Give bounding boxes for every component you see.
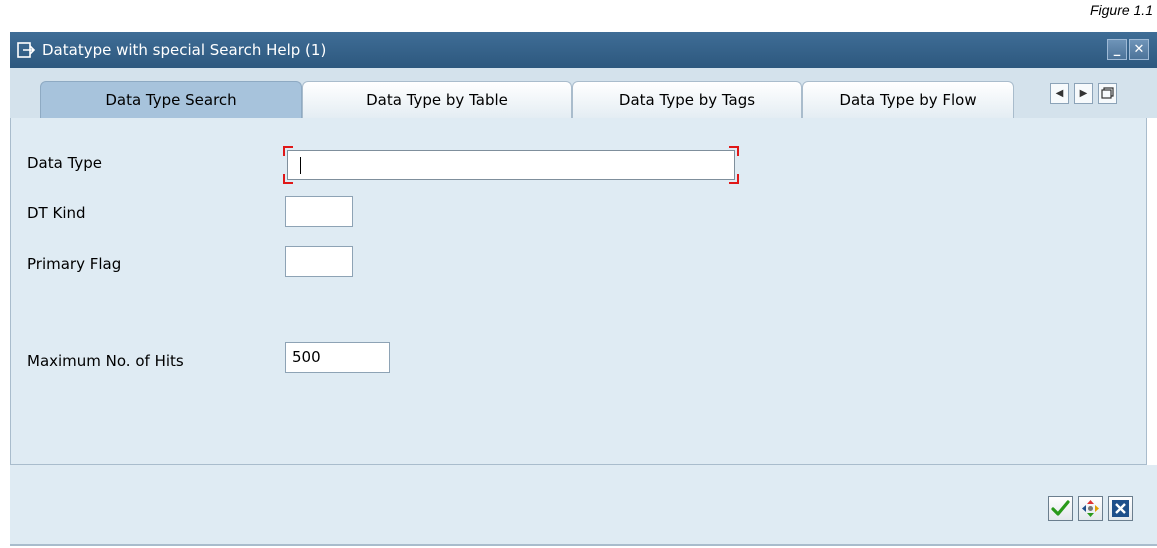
tab-data-type-by-tags[interactable]: Data Type by Tags <box>572 81 802 118</box>
data-type-required-frame <box>283 146 739 184</box>
search-panel: Data Type DT Kind Primary Flag Maximum N… <box>10 118 1147 465</box>
tab-label: Data Type by Table <box>366 91 508 109</box>
dialog-exit-icon <box>17 42 36 58</box>
title-bar: Datatype with special Search Help (1) _ … <box>10 32 1157 68</box>
primary-flag-label: Primary Flag <box>27 255 122 273</box>
confirm-check-icon <box>1051 500 1070 516</box>
tab-scroll-right-icon: ▶ <box>1079 88 1088 99</box>
data-type-input[interactable] <box>287 150 735 180</box>
minimize-icon: _ <box>1113 42 1121 57</box>
tab-data-type-by-table[interactable]: Data Type by Table <box>302 81 572 118</box>
dt-kind-input[interactable] <box>285 196 353 227</box>
tab-list-button[interactable] <box>1098 83 1117 104</box>
tab-label: Data Type by Flow <box>839 91 977 109</box>
tab-label: Data Type Search <box>105 91 237 109</box>
dt-kind-label: DT Kind <box>27 204 86 222</box>
close-button[interactable]: ✕ <box>1129 39 1149 60</box>
cancel-button[interactable] <box>1108 496 1133 521</box>
max-hits-input[interactable]: 500 <box>285 342 390 373</box>
max-hits-label: Maximum No. of Hits <box>27 352 184 370</box>
tab-scroll-right-button[interactable]: ▶ <box>1074 83 1093 104</box>
tab-label: Data Type by Tags <box>618 91 756 109</box>
tab-data-type-by-flow[interactable]: Data Type by Flow <box>802 81 1014 118</box>
footer-divider <box>10 544 1157 546</box>
dialog-window: Datatype with special Search Help (1) _ … <box>10 32 1157 546</box>
window-title: Datatype with special Search Help (1) <box>42 41 327 59</box>
text-caret <box>300 157 301 174</box>
close-icon: ✕ <box>1133 42 1145 57</box>
tab-scroll-left-button[interactable]: ◀ <box>1050 83 1069 104</box>
multiple-selection-icon <box>1082 500 1099 517</box>
tab-data-type-search[interactable]: Data Type Search <box>40 81 302 118</box>
tab-scroll-left-icon: ◀ <box>1055 88 1064 99</box>
confirm-button[interactable] <box>1048 496 1073 521</box>
dialog-footer <box>10 465 1157 546</box>
cancel-x-icon <box>1112 500 1129 517</box>
primary-flag-input[interactable] <box>285 246 353 277</box>
tab-strip: Data Type Search Data Type by Table Data… <box>10 68 1157 118</box>
minimize-button[interactable]: _ <box>1107 39 1127 60</box>
data-type-label: Data Type <box>27 154 103 172</box>
tab-list-icon <box>1101 87 1114 99</box>
multiple-selection-button[interactable] <box>1078 496 1103 521</box>
figure-caption: Figure 1.1 <box>1089 2 1153 18</box>
